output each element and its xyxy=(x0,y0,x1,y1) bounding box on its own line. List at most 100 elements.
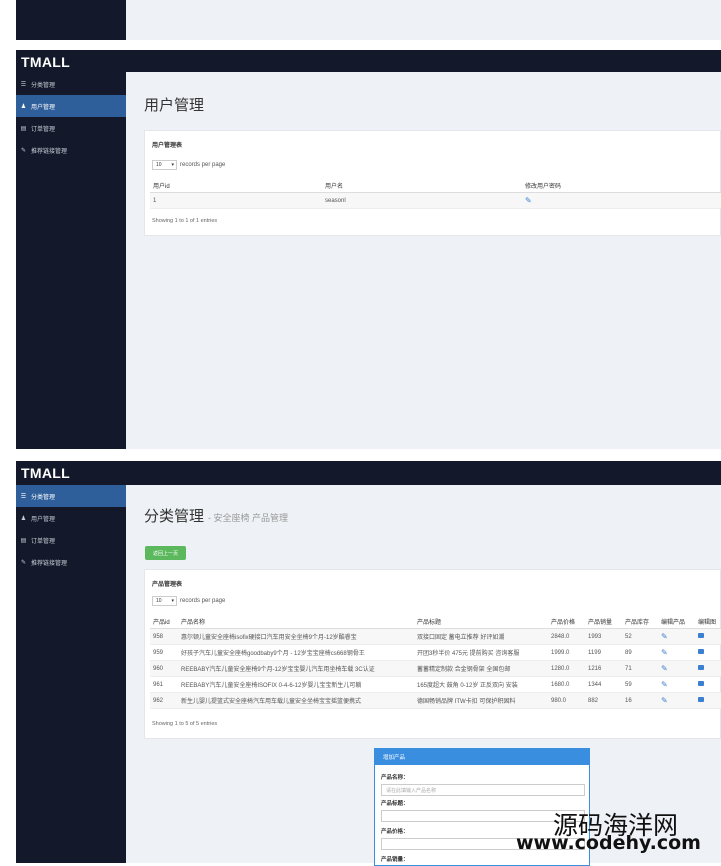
product-stock-cell: 71 xyxy=(622,660,658,677)
list-icon: ☰ xyxy=(20,493,27,500)
product-price-cell: 980.0 xyxy=(548,692,585,709)
column-header[interactable]: 用户名 xyxy=(322,178,522,193)
brand-logo[interactable]: TMALL xyxy=(16,461,721,481)
sidebar-item-label: 推荐链接管理 xyxy=(31,560,68,567)
product-name-cell: 好孩子汽车儿童安全座椅goodbaby9个月 - 12岁宝宝座椅cs668钢骨王 xyxy=(178,644,414,661)
product-stock-cell: 52 xyxy=(622,628,658,645)
sidebar-item-label: 分类管理 xyxy=(31,82,56,89)
sidebar-item-orders[interactable]: ▤ 订单管理 xyxy=(16,529,126,551)
edit-icon[interactable]: ✎ xyxy=(661,680,668,689)
edit-product-cell: ✎ xyxy=(658,644,695,661)
page-size-control: 10 ▾ records per page xyxy=(152,596,225,606)
page-title: 分类管理 xyxy=(144,508,205,525)
column-header[interactable]: 产品id xyxy=(150,614,178,629)
page-size-select[interactable]: 10 ▾ xyxy=(152,160,177,170)
sidebar-item-categories[interactable]: ☰ 分类管理 xyxy=(16,485,126,507)
main-content-users: 用户管理 用户管理表 10 ▾ records per page 用户id 用户… xyxy=(126,72,721,449)
image-icon[interactable] xyxy=(698,681,704,686)
product-title-cell: 开团3秒半价 475元 提前购买 咨询客服 xyxy=(414,644,548,661)
sidebar-item-users[interactable]: ♟ 用户管理 xyxy=(16,95,126,117)
image-icon[interactable] xyxy=(698,665,704,670)
user-icon: ♟ xyxy=(20,515,27,522)
sidebar-item-links[interactable]: ✎ 推荐链接管理 xyxy=(16,139,126,161)
product-title-cell: 德国畅销品牌 ITW卡扣 可保护积固料 xyxy=(414,692,548,709)
product-name-cell: REEBABY汽车儿童安全座椅ISOFIX 0-4-6-12岁婴儿宝宝新生儿可躺 xyxy=(178,676,414,693)
column-header[interactable]: 产品库存 xyxy=(622,614,658,629)
edit-image-cell xyxy=(695,660,721,677)
table-row: 958 惠尔顿儿童安全座椅isofix硬接口汽车用安全坐椅9个月-12岁酷睿宝 … xyxy=(150,628,721,645)
product-sales-cell: 1344 xyxy=(585,676,622,693)
product-sales-cell: 1993 xyxy=(585,628,622,645)
page-title: 用户管理 xyxy=(144,97,205,114)
column-header[interactable]: 编辑图 xyxy=(695,614,721,629)
product-stock-cell: 89 xyxy=(622,644,658,661)
table-info: Showing 1 to 1 of 1 entries xyxy=(152,218,218,224)
product-price-cell: 1280.0 xyxy=(548,660,585,677)
link-icon: ✎ xyxy=(20,147,27,154)
page-size-select[interactable]: 10 ▾ xyxy=(152,596,177,606)
edit-icon[interactable]: ✎ xyxy=(661,648,668,657)
table-row: 959 好孩子汽车儿童安全座椅goodbaby9个月 - 12岁宝宝座椅cs66… xyxy=(150,644,721,661)
product-price-label: 产品价格： xyxy=(381,829,409,835)
column-header[interactable]: 产品名称 xyxy=(178,614,414,629)
product-sales-label: 产品销量： xyxy=(381,857,409,863)
page-size-control: 10 ▾ records per page xyxy=(152,160,225,170)
image-icon[interactable] xyxy=(698,649,704,654)
top-navbar: TMALL xyxy=(16,50,721,72)
caret-down-icon: ▾ xyxy=(171,162,174,168)
user-table: 用户id 用户名 修改用户密码 1 seasonl ✎ xyxy=(150,178,721,209)
card-icon: ▤ xyxy=(20,125,27,132)
edit-product-cell: ✎ xyxy=(658,660,695,677)
image-icon[interactable] xyxy=(698,697,704,702)
brand-logo[interactable]: TMALL xyxy=(16,50,721,70)
product-id-cell: 962 xyxy=(150,692,178,709)
sidebar-item-links[interactable]: ✎ 推荐链接管理 xyxy=(16,551,126,573)
product-name-cell: 新生儿婴儿提篮式安全座椅汽车用车载儿童安全坐椅宝宝摇篮便携式 xyxy=(178,692,414,709)
sidebar: ☰ 分类管理 ♟ 用户管理 ▤ 订单管理 ✎ 推荐链接管理 xyxy=(16,72,126,449)
sidebar-item-label: 订单管理 xyxy=(31,126,56,133)
product-id-cell: 961 xyxy=(150,676,178,693)
user-name-cell: seasonl xyxy=(322,192,522,209)
edit-icon[interactable]: ✎ xyxy=(661,664,668,673)
product-name-input[interactable]: 请在此填输入产品名称 xyxy=(381,784,585,796)
table-header-row: 用户id 用户名 修改用户密码 xyxy=(150,178,721,193)
product-name-cell: 惠尔顿儿童安全座椅isofix硬接口汽车用安全坐椅9个月-12岁酷睿宝 xyxy=(178,628,414,645)
edit-product-cell: ✎ xyxy=(658,628,695,645)
page-heading: 分类管理 - 安全座椅 产品管理 xyxy=(144,505,288,526)
user-icon: ♟ xyxy=(20,103,27,110)
column-header[interactable]: 用户id xyxy=(150,178,322,193)
column-header[interactable]: 修改用户密码 xyxy=(522,178,721,193)
sidebar-item-categories[interactable]: ☰ 分类管理 xyxy=(16,73,126,95)
column-header[interactable]: 产品销量 xyxy=(585,614,622,629)
user-table-wrap: 用户id 用户名 修改用户密码 1 seasonl ✎ xyxy=(150,178,721,209)
caret-down-icon: ▾ xyxy=(171,598,174,604)
top-navbar: TMALL xyxy=(16,461,721,485)
records-per-page-label: records per page xyxy=(180,598,226,604)
table-row: 962 新生儿婴儿提篮式安全座椅汽车用车载儿童安全坐椅宝宝摇篮便携式 德国畅销品… xyxy=(150,692,721,709)
card-title: 产品管理表 xyxy=(152,582,183,588)
column-header[interactable]: 产品标题 xyxy=(414,614,548,629)
sidebar-item-label: 分类管理 xyxy=(31,494,56,501)
sidebar-item-users[interactable]: ♟ 用户管理 xyxy=(16,507,126,529)
image-icon[interactable] xyxy=(698,633,704,638)
change-password-cell: ✎ xyxy=(522,192,721,209)
edit-image-cell xyxy=(695,644,721,661)
column-header[interactable]: 编辑产品 xyxy=(658,614,695,629)
back-button[interactable]: 返回上一页 xyxy=(145,546,186,560)
sidebar-item-orders[interactable]: ▤ 订单管理 xyxy=(16,117,126,139)
edit-icon[interactable]: ✎ xyxy=(661,632,668,641)
table-header-row: 产品id 产品名称 产品标题 产品价格 产品销量 产品库存 编辑产品 编辑图 xyxy=(150,614,721,629)
watermark-url: www.codehy.com xyxy=(516,832,701,854)
edit-icon[interactable]: ✎ xyxy=(525,196,532,205)
product-id-cell: 958 xyxy=(150,628,178,645)
product-title-cell: 蓄蓄精定制款 合金钢骨架 全国包邮 xyxy=(414,660,548,677)
form-title: 增加产品 xyxy=(375,749,589,765)
sidebar-strip-top xyxy=(16,0,126,40)
column-header[interactable]: 产品价格 xyxy=(548,614,585,629)
sidebar-item-label: 订单管理 xyxy=(31,538,56,545)
edit-icon[interactable]: ✎ xyxy=(661,696,668,705)
product-stock-cell: 16 xyxy=(622,692,658,709)
table-row: 960 REEBABY汽车儿童安全座椅9个月-12岁宝宝婴儿汽车用坐椅车载 3C… xyxy=(150,660,721,677)
product-name-label: 产品名称： xyxy=(381,775,409,781)
product-price-cell: 2848.0 xyxy=(548,628,585,645)
